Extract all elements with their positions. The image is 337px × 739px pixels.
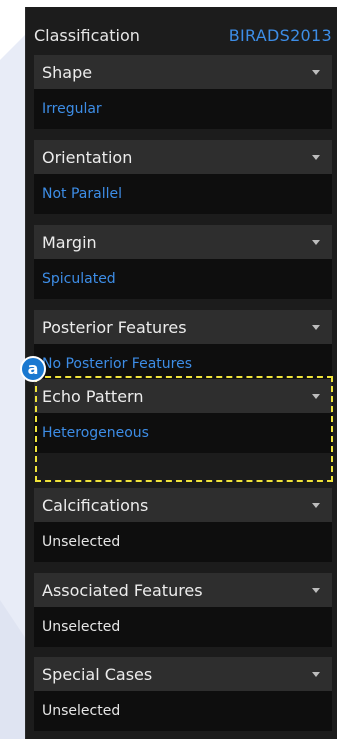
group-calcifications: Calcifications Unselected: [34, 488, 332, 566]
group-echo-pattern: Echo Pattern Heterogeneous: [34, 379, 332, 457]
group-label: Posterior Features: [42, 317, 187, 337]
chevron-down-icon: [312, 587, 320, 593]
special-cases-dropdown[interactable]: Special Cases: [34, 657, 332, 691]
group-shape: Shape Irregular: [34, 55, 332, 133]
group-posterior-features: Posterior Features No Posterior Features: [34, 310, 332, 388]
chevron-down-icon: [312, 324, 320, 330]
shape-value: Irregular: [34, 89, 332, 129]
group-label: Margin: [42, 232, 97, 252]
margin-value: Spiculated: [34, 259, 332, 299]
group-label: Echo Pattern: [42, 386, 144, 406]
group-special-cases: Special Cases Unselected: [34, 657, 332, 735]
group-label: Special Cases: [42, 664, 153, 684]
associated-features-value: Unselected: [34, 607, 332, 647]
group-label: Shape: [42, 62, 93, 82]
panel-title: Classification: [34, 25, 140, 45]
posterior-features-dropdown[interactable]: Posterior Features: [34, 310, 332, 344]
special-cases-value: Unselected: [34, 691, 332, 731]
group-orientation: Orientation Not Parallel: [34, 140, 332, 218]
group-label: Orientation: [42, 147, 133, 167]
orientation-dropdown[interactable]: Orientation: [34, 140, 332, 174]
group-label: Associated Features: [42, 580, 203, 600]
classification-panel: Classification BIRADS2013 Shape Irregula…: [25, 7, 337, 739]
chevron-down-icon: [312, 69, 320, 75]
chevron-down-icon: [312, 502, 320, 508]
panel-header: Classification BIRADS2013: [34, 15, 332, 55]
group-label: Calcifications: [42, 495, 149, 515]
shape-dropdown[interactable]: Shape: [34, 55, 332, 89]
callout-marker: a: [20, 356, 46, 382]
posterior-features-value: No Posterior Features: [34, 344, 332, 384]
orientation-value: Not Parallel: [34, 174, 332, 214]
associated-features-dropdown[interactable]: Associated Features: [34, 573, 332, 607]
chevron-down-icon: [312, 393, 320, 399]
group-margin: Margin Spiculated: [34, 225, 332, 303]
chevron-down-icon: [312, 154, 320, 160]
screenshot-stage: Classification BIRADS2013 Shape Irregula…: [0, 0, 337, 739]
chevron-down-icon: [312, 671, 320, 677]
margin-dropdown[interactable]: Margin: [34, 225, 332, 259]
group-associated-features: Associated Features Unselected: [34, 573, 332, 651]
chevron-down-icon: [312, 239, 320, 245]
calcifications-dropdown[interactable]: Calcifications: [34, 488, 332, 522]
echo-pattern-dropdown[interactable]: Echo Pattern: [34, 379, 332, 413]
calcifications-value: Unselected: [34, 522, 332, 562]
classification-scheme-link[interactable]: BIRADS2013: [229, 26, 332, 45]
echo-pattern-value: Heterogeneous: [34, 413, 332, 453]
